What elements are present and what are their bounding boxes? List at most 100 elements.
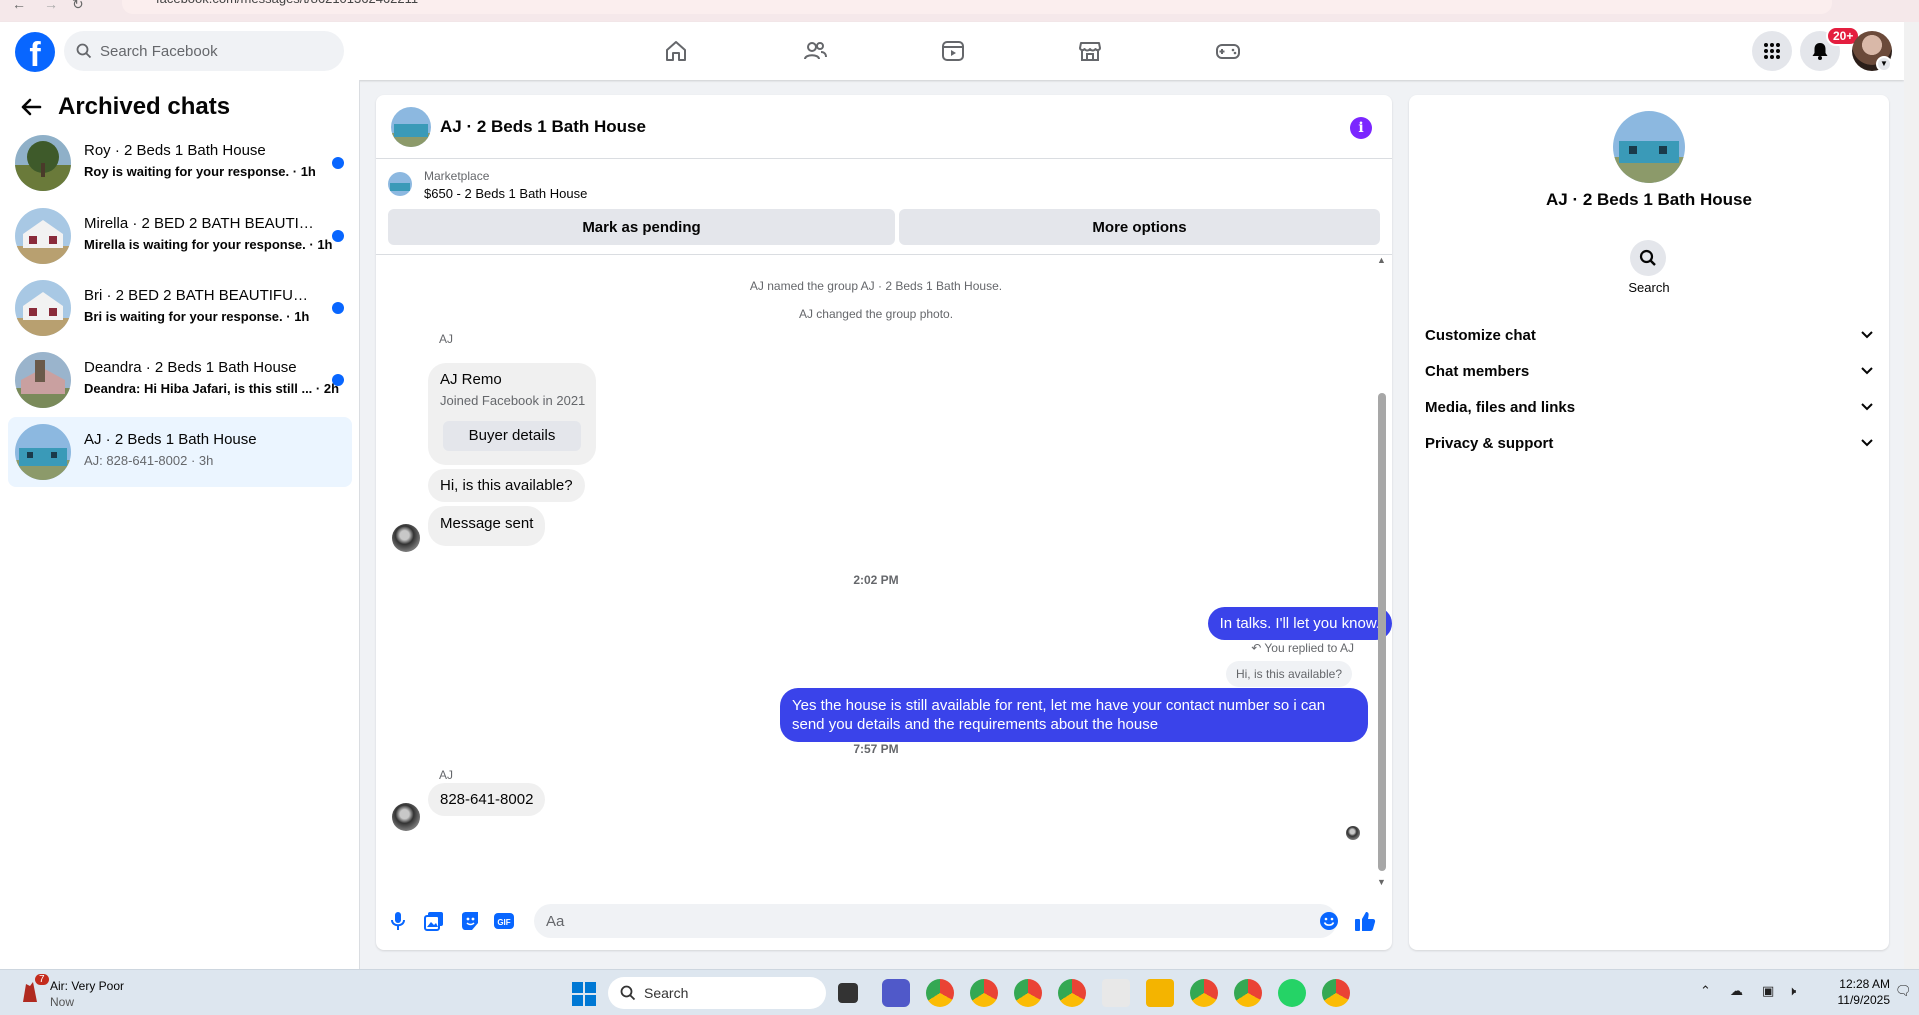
sender-avatar[interactable] [392,803,420,831]
chevron-down-icon[interactable]: ▼ [1876,56,1892,72]
scroll-up-arrow-icon[interactable]: ▲ [1377,255,1386,265]
media-files-links-section[interactable]: Media, files and links [1425,389,1873,425]
mark-as-pending-button[interactable]: Mark as pending [388,209,895,245]
chrome-icon[interactable] [1190,979,1218,1007]
volume-muted-icon[interactable]: 🕨 [1788,983,1796,999]
task-view-icon[interactable] [838,983,858,1003]
unread-indicator [332,374,344,386]
scroll-thumb[interactable] [1378,393,1386,871]
taskbar-search[interactable]: Search [608,977,826,1009]
chrome-icon[interactable] [1014,979,1042,1007]
page-scrollbar[interactable] [1904,22,1919,969]
system-clock[interactable]: 12:28 AM 11/9/2025 [1820,976,1891,1008]
chat-item-mirella[interactable]: Mirella · 2 BED 2 BATH BEAUTIF... Mirell… [8,201,352,271]
search-icon[interactable] [1630,240,1666,276]
taskbar-search-label: Search [644,985,689,1001]
outgoing-message[interactable]: In talks. I'll let you know. [1207,607,1392,640]
message-input[interactable] [534,904,1337,938]
chrome-icon[interactable] [970,979,998,1007]
details-avatar[interactable] [1613,111,1685,183]
info-icon[interactable]: i [1350,117,1372,139]
chat-name: Roy · 2 Beds 1 Bath House [84,142,266,159]
chat-item-roy[interactable]: Roy · 2 Beds 1 Bath House Roy is waiting… [8,128,352,198]
address-bar[interactable]: facebook.com/messages/t/862101362462211 [122,0,1832,14]
unread-indicator [332,230,344,242]
facebook-logo[interactable]: f [15,32,55,72]
section-label: Chat members [1425,362,1530,380]
scroll-down-arrow-icon[interactable]: ▼ [1377,877,1386,887]
buyer-name: AJ Remo [440,371,502,388]
file-explorer-icon[interactable] [1146,979,1174,1007]
incoming-message[interactable]: Hi, is this available? [428,469,585,502]
chat-preview: Roy is waiting for your response. · 1h [84,164,316,179]
emoji-icon[interactable] [1318,910,1340,932]
sticker-icon[interactable] [459,910,481,932]
chat-preview: Deandra: Hi Hiba Jafari, is this still .… [84,381,340,396]
chat-members-section[interactable]: Chat members [1425,353,1873,389]
chevron-up-icon[interactable]: ⌃ [1700,983,1711,999]
chat-preview: AJ: 828-641-8002 · 3h [84,453,214,468]
sender-name: AJ [439,332,454,346]
browser-toolbar: ← → ↻ facebook.com/messages/t/8621013624… [0,0,1919,22]
conversation-title[interactable]: AJ · 2 Beds 1 Bath House [440,117,646,137]
buyer-joined: Joined Facebook in 2021 [440,393,586,408]
cloud-offline-icon[interactable]: ☁ [1730,983,1743,999]
search-bar[interactable] [64,31,344,71]
chat-preview: Mirella is waiting for your response. · … [84,237,333,252]
windows-start-icon[interactable] [572,982,596,1006]
listing-title[interactable]: $650 - 2 Beds 1 Bath House [424,186,587,201]
snipping-tool-icon[interactable] [1102,979,1130,1007]
message-scrollbar[interactable]: ▲ ▼ [1374,255,1390,890]
timestamp: 7:57 PM [853,742,899,756]
reload-icon[interactable]: ↻ [72,0,84,13]
message-list: AJ named the group AJ · 2 Beds 1 Bath Ho… [376,256,1392,896]
friends-icon[interactable] [800,36,830,66]
chrome-icon[interactable] [1234,979,1262,1007]
sender-avatar[interactable] [392,524,420,552]
outgoing-message[interactable]: Yes the house is still available for ren… [780,688,1368,742]
gaming-icon[interactable] [1213,36,1243,66]
customize-chat-section[interactable]: Customize chat [1425,317,1873,353]
chat-item-bri[interactable]: Bri · 2 BED 2 BATH BEAUTIFUL H... Bri is… [8,273,352,343]
thumbs-up-icon[interactable] [1354,910,1376,932]
back-arrow-icon[interactable]: ← [12,0,26,12]
weather-badge: 7 [35,974,49,985]
sender-name: AJ [439,768,454,782]
chrome-icon[interactable] [1058,979,1086,1007]
chat-item-aj[interactable]: AJ · 2 Beds 1 Bath House AJ: 828-641-800… [8,417,352,487]
photo-icon[interactable] [423,910,445,932]
quoted-message[interactable]: Hi, is this available? [1225,661,1352,687]
buyer-details-button[interactable]: Buyer details [443,421,581,451]
chat-avatar [15,208,71,264]
chrome-icon[interactable] [1322,979,1350,1007]
weather-title: Air: Very Poor [50,979,125,993]
whatsapp-icon[interactable] [1278,979,1306,1007]
section-label: Privacy & support [1425,434,1554,452]
video-icon[interactable] [938,36,968,66]
privacy-support-section[interactable]: Privacy & support [1425,425,1873,461]
conversation-avatar[interactable] [391,107,431,147]
incoming-message[interactable]: Message sent [428,506,546,546]
notification-center-icon[interactable]: 🗨 [1895,983,1912,999]
weather-subtitle: Now [50,995,75,1009]
timestamp: 2:02 PM [853,573,899,587]
buyer-profile-card: AJ Remo Joined Facebook in 2021 Buyer de… [428,363,596,465]
incoming-message[interactable]: 828-641-8002 [428,783,546,816]
marketplace-icon[interactable] [1075,36,1105,66]
home-icon[interactable] [661,36,691,66]
conversation-details-panel: AJ · 2 Beds 1 Bath House Search Customiz… [1409,95,1889,950]
microphone-icon[interactable] [387,910,409,932]
gif-icon[interactable]: GIF [493,910,515,932]
forward-arrow-icon[interactable]: → [44,0,58,12]
listing-thumbnail[interactable] [388,172,412,196]
chevron-down-icon [1861,439,1873,447]
teams-icon[interactable] [882,979,910,1007]
chat-name: AJ · 2 Beds 1 Bath House [84,431,257,448]
network-icon[interactable]: ▣ [1762,983,1774,999]
chrome-icon[interactable] [926,979,954,1007]
chat-item-deandra[interactable]: Deandra · 2 Beds 1 Bath House Deandra: H… [8,345,352,415]
back-arrow-icon[interactable] [20,97,42,117]
more-options-button[interactable]: More options [899,209,1380,245]
search-input[interactable] [100,42,320,60]
menu-grid-icon[interactable] [1752,31,1792,71]
